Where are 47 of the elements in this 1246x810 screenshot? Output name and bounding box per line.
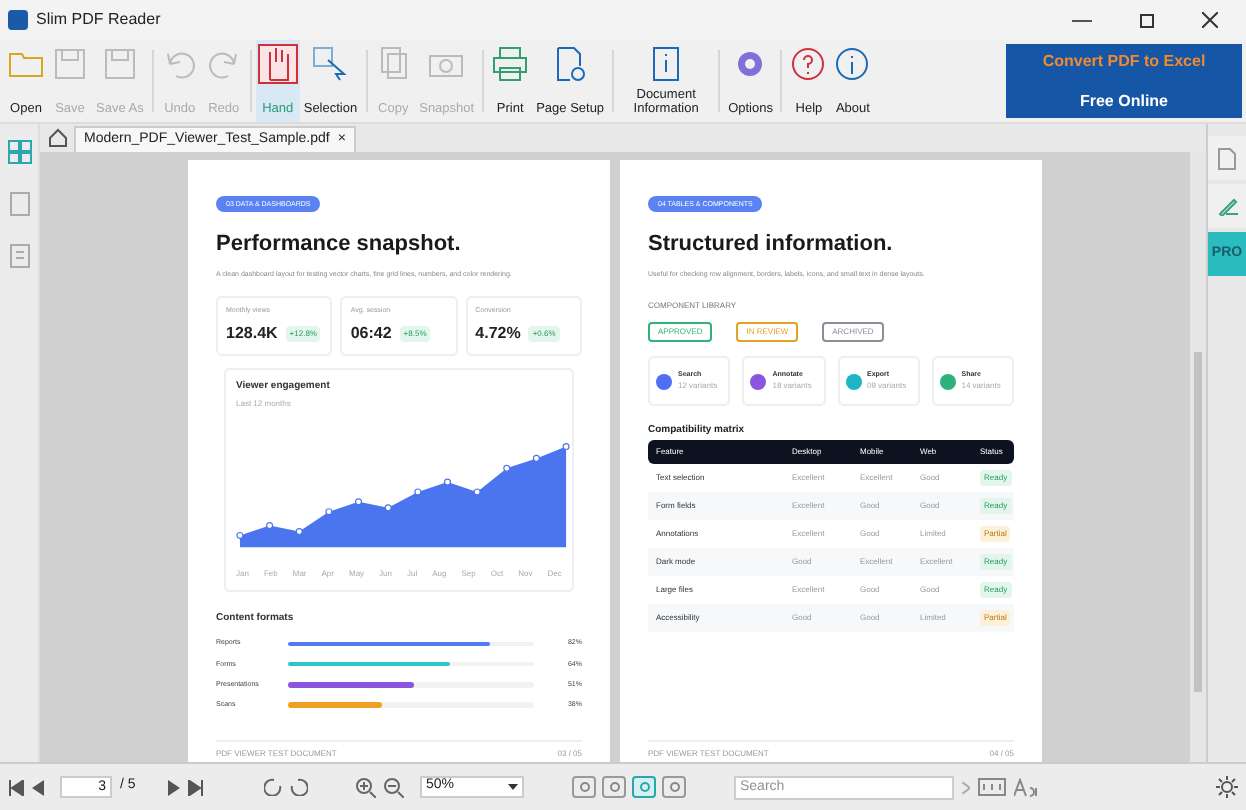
promo-subline: Free Online [1079, 89, 1168, 113]
next-page-icon[interactable] [168, 779, 180, 795]
rotate-clockwise-icon[interactable] [264, 778, 282, 796]
view-mode-icon[interactable] [572, 776, 596, 798]
match-case-icon[interactable] [1014, 777, 1038, 797]
minimize-icon[interactable] [1072, 19, 1092, 21]
zoom-out-icon[interactable] [384, 777, 404, 797]
promo-headline: Convert PDF to Excel [1042, 49, 1206, 73]
side-tab[interactable] [1208, 136, 1246, 180]
first-page-icon[interactable] [8, 779, 24, 795]
printer-icon [492, 46, 529, 82]
previous-page-icon[interactable] [32, 779, 44, 795]
match-word-icon[interactable] [978, 778, 1006, 796]
scroll-thumb[interactable] [1194, 352, 1202, 692]
info-doc-icon [648, 46, 685, 82]
page-heading: Structured information. [648, 230, 895, 261]
rotate-counterclockwise-icon[interactable] [290, 778, 308, 796]
view-mode-icon[interactable] [602, 776, 626, 798]
view-mode-icon[interactable] [632, 776, 656, 798]
pen-icon [1217, 196, 1237, 216]
window-title: Slim PDF Reader [36, 8, 161, 32]
app-logo-icon [8, 10, 28, 30]
search-go-icon[interactable] [962, 781, 970, 793]
copy-icon [375, 46, 412, 82]
cursor-icon [312, 46, 349, 82]
kpi-value: 06:42 [350, 322, 392, 347]
dropdown-caret-icon [508, 784, 518, 790]
zoom-in-icon[interactable] [356, 777, 376, 797]
page-heading: Performance snapshot. [216, 230, 463, 261]
kpi-value: 128.4K [226, 322, 278, 347]
maximize-icon[interactable] [1140, 13, 1154, 27]
info-icon [834, 46, 871, 82]
brightness-icon[interactable] [1216, 776, 1238, 798]
kpi-value: 4.72% [475, 322, 521, 347]
help-icon [790, 46, 827, 82]
scrollbar[interactable] [1190, 152, 1206, 762]
view-mode-icon[interactable] [662, 776, 686, 798]
hand-icon [259, 46, 296, 82]
side-tab[interactable] [1208, 184, 1246, 228]
promo-button[interactable]: Convert PDF to Excel Free Online [1006, 44, 1242, 118]
home-icon[interactable] [48, 128, 68, 148]
close-icon[interactable] [1202, 12, 1218, 28]
document-icon [1218, 147, 1236, 169]
bookmarks-icon[interactable] [9, 192, 29, 216]
thumbnails-icon[interactable] [7, 140, 31, 164]
last-page-icon[interactable] [188, 779, 204, 795]
attachments-icon[interactable] [9, 244, 29, 268]
